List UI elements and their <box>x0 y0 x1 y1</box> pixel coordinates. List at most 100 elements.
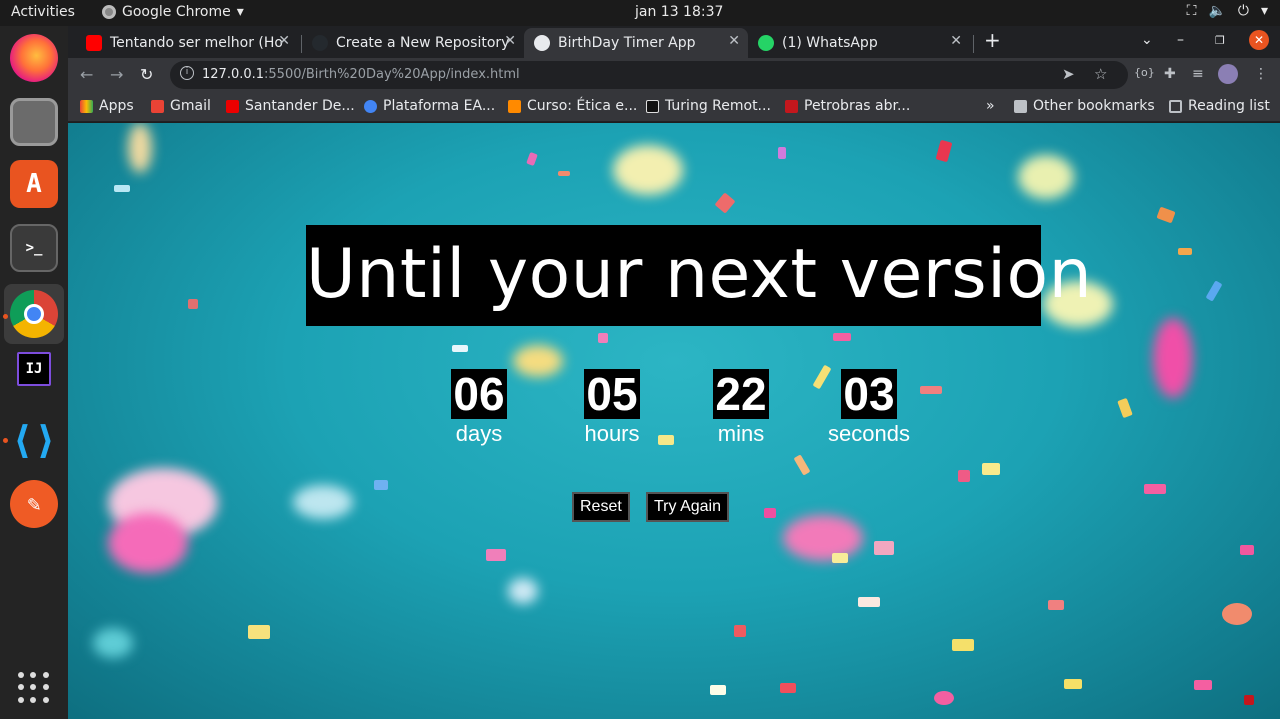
confetti-piece <box>1048 600 1064 610</box>
close-icon[interactable]: ✕ <box>950 33 962 49</box>
confetti-piece <box>114 185 130 192</box>
activities-button[interactable]: Activities <box>11 4 75 20</box>
firefox-icon[interactable] <box>10 34 58 82</box>
app-menu[interactable]: Google Chrome ▾ <box>102 4 244 20</box>
chevron-down-icon[interactable]: ▾ <box>1261 3 1268 19</box>
tab-strip: Tentando ser melhor (Ho ✕ Create a New R… <box>68 26 1280 58</box>
confetti-blur <box>128 123 152 173</box>
bookmark-santander[interactable]: Santander De... <box>226 98 355 114</box>
confetti-piece <box>1222 603 1252 625</box>
countdown-label: seconds <box>828 421 910 446</box>
bookmark-petrobras[interactable]: Petrobras abr... <box>785 98 910 114</box>
bookmark-star-icon[interactable]: ☆ <box>1094 65 1107 83</box>
software-center-icon[interactable]: A <box>10 160 58 208</box>
countdown-value: 22 <box>713 368 769 420</box>
vscode-icon[interactable]: ⟨⟩ <box>10 416 58 464</box>
confetti-piece <box>1194 680 1212 690</box>
minimize-button[interactable]: – <box>1177 32 1184 48</box>
confetti-piece <box>1244 695 1254 705</box>
apps-grid-icon <box>80 99 93 113</box>
profile-avatar[interactable] <box>1218 64 1238 84</box>
bookmark-curso[interactable]: Curso: Ética e... <box>508 98 637 114</box>
turing-icon <box>646 99 659 113</box>
countdown-value: 03 <box>841 368 897 420</box>
countdown-label: days <box>455 421 503 446</box>
other-bookmarks[interactable]: Other bookmarks <box>1014 98 1155 114</box>
send-tab-icon[interactable]: ➤ <box>1062 65 1075 83</box>
tab-github[interactable]: Create a New Repository ✕ <box>302 28 524 58</box>
close-icon[interactable]: ✕ <box>504 33 516 49</box>
reset-button[interactable]: Reset <box>572 492 630 522</box>
media-queue-icon[interactable]: ≡ <box>1192 66 1204 82</box>
confetti-blur <box>513 345 563 377</box>
address-bar[interactable]: i 127.0.0.1:5500/Birth%20Day%20App/index… <box>170 61 1128 89</box>
terminal-icon[interactable]: >_ <box>10 224 58 272</box>
whatsapp-icon <box>758 35 774 51</box>
confetti-piece <box>952 639 974 651</box>
confetti-piece <box>874 541 894 555</box>
back-arrow-icon[interactable]: ← <box>80 65 93 84</box>
countdown-label: mins <box>717 421 765 446</box>
countdown-value: 06 <box>451 368 507 420</box>
confetti-piece <box>188 299 198 309</box>
santander-icon <box>226 99 239 113</box>
power-icon[interactable]: ⏻ <box>1238 3 1249 19</box>
bookmark-turing[interactable]: Turing Remot... <box>646 98 771 114</box>
new-tab-button[interactable]: + <box>984 28 1001 52</box>
youtube-icon <box>86 35 102 51</box>
bookmark-gmail[interactable]: Gmail <box>151 98 211 114</box>
confetti-piece <box>248 625 270 639</box>
try-again-button[interactable]: Try Again <box>646 492 729 522</box>
menu-kebab-icon[interactable]: ⋮ <box>1254 66 1268 82</box>
bookmark-plataforma[interactable]: Plataforma EA... <box>364 98 495 114</box>
clock[interactable]: jan 13 18:37 <box>635 4 723 20</box>
system-tray[interactable]: ⛶ 🔈 ⏻ ▾ <box>1187 3 1268 19</box>
files-icon[interactable] <box>10 98 58 146</box>
confetti-blur <box>613 145 683 195</box>
tab-label: Tentando ser melhor (Ho <box>110 35 283 51</box>
dock: A >_ IJ ⟨⟩ ✎ <box>0 26 68 719</box>
bookmarks-bar: Apps Gmail Santander De... Plataforma EA… <box>68 92 1280 122</box>
close-window-button[interactable]: ✕ <box>1249 30 1269 50</box>
tab-label: BirthDay Timer App <box>558 35 696 51</box>
confetti-piece <box>1144 484 1166 494</box>
network-icon[interactable]: ⛶ <box>1187 3 1197 19</box>
petrobras-icon <box>785 99 798 113</box>
close-icon[interactable]: ✕ <box>278 33 290 49</box>
curso-icon <box>508 99 521 113</box>
postman-icon[interactable]: ✎ <box>10 480 58 528</box>
confetti-piece <box>934 691 954 705</box>
forward-arrow-icon[interactable]: → <box>110 65 123 84</box>
confetti-piece <box>920 386 942 394</box>
confetti-piece <box>982 463 1000 475</box>
system-top-bar: Activities Google Chrome ▾ jan 13 18:37 … <box>0 0 1280 26</box>
json-extension-icon[interactable]: {o} <box>1134 66 1155 79</box>
close-icon[interactable]: ✕ <box>728 33 740 49</box>
tab-search-icon[interactable]: ⌄ <box>1141 32 1153 48</box>
url-text[interactable]: 127.0.0.1:5500/Birth%20Day%20App/index.h… <box>202 67 520 82</box>
tab-divider <box>973 35 974 53</box>
confetti-piece <box>1205 280 1223 302</box>
countdown-mins: 22 mins <box>700 369 782 447</box>
confetti-blur <box>1153 318 1193 398</box>
caret-down-icon: ▾ <box>236 4 244 20</box>
show-apps-icon[interactable] <box>18 672 50 704</box>
bookmark-apps[interactable]: Apps <box>80 98 134 114</box>
reading-list[interactable]: Reading list <box>1169 98 1270 114</box>
countdown-seconds: 03 seconds <box>816 369 922 447</box>
confetti-piece <box>486 549 506 561</box>
confetti-piece <box>780 683 796 693</box>
tab-youtube[interactable]: Tentando ser melhor (Ho ✕ <box>76 28 298 58</box>
reload-icon[interactable]: ↻ <box>140 65 153 84</box>
confetti-piece <box>935 139 953 163</box>
intellij-icon[interactable]: IJ <box>17 352 51 386</box>
tab-birthday-timer[interactable]: BirthDay Timer App ✕ <box>524 28 748 58</box>
tab-whatsapp[interactable]: (1) WhatsApp ✕ <box>748 28 970 58</box>
plataforma-icon <box>364 99 377 113</box>
more-bookmarks-chevron-icon[interactable]: » <box>986 98 995 114</box>
chrome-dock-icon[interactable] <box>10 290 58 338</box>
maximize-button[interactable]: ❐ <box>1215 34 1225 47</box>
site-info-icon[interactable]: i <box>180 66 194 80</box>
extensions-puzzle-icon[interactable]: ✚ <box>1164 66 1176 82</box>
volume-icon[interactable]: 🔈 <box>1208 3 1225 19</box>
